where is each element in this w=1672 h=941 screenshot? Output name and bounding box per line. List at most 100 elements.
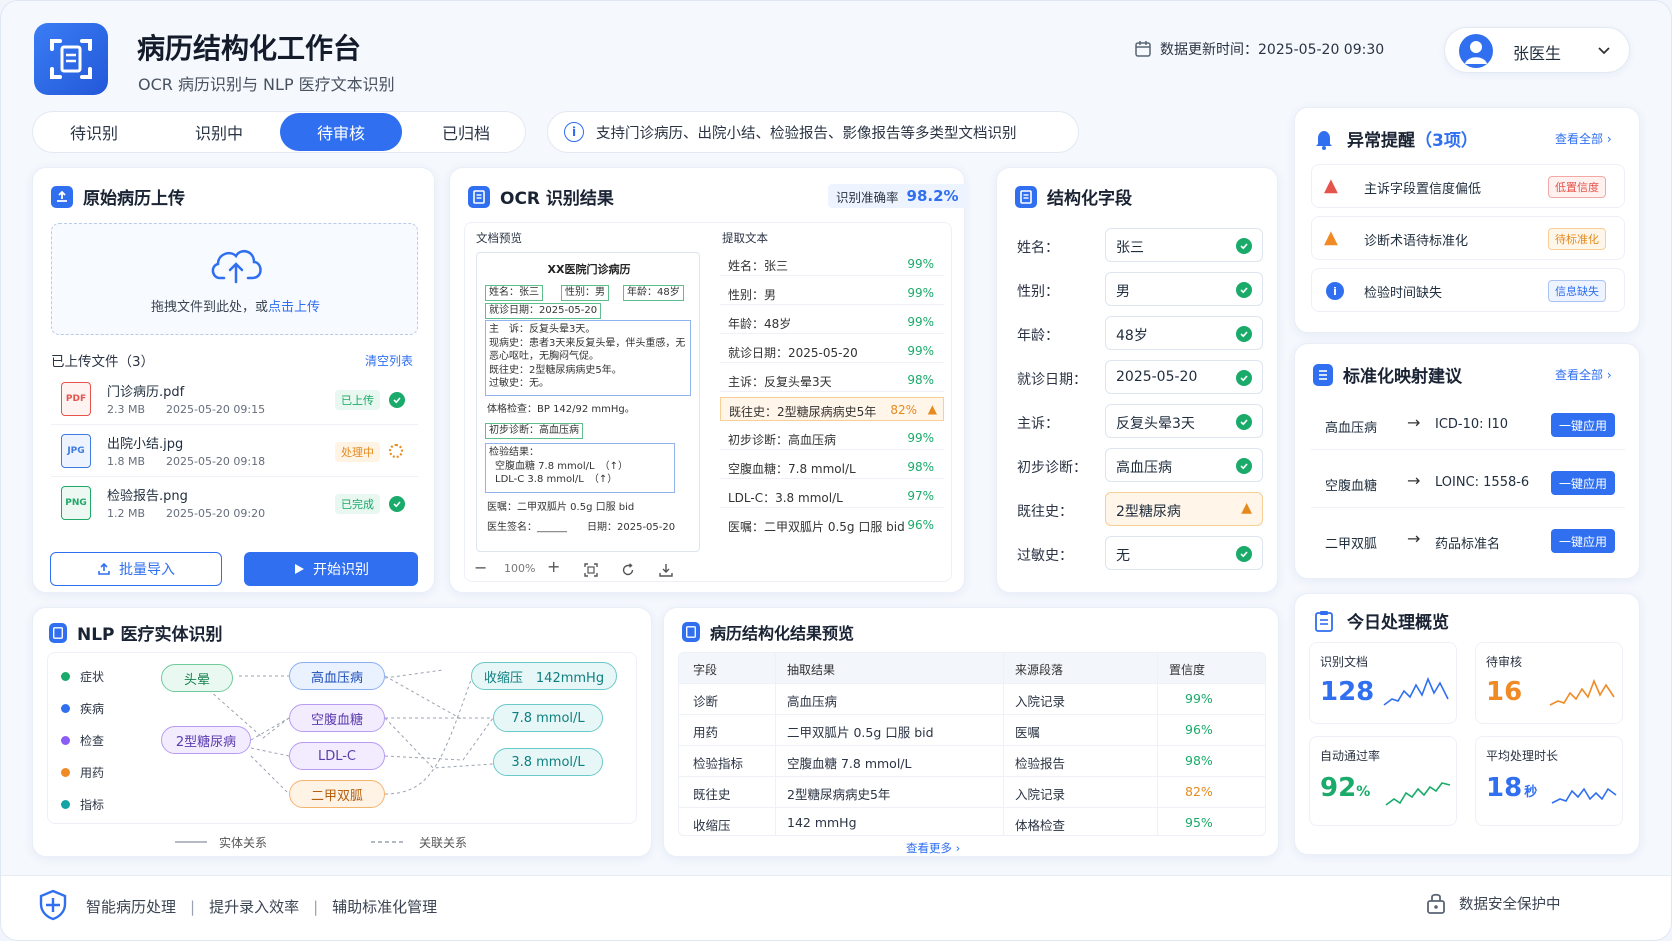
status-badge: 已上传 bbox=[335, 390, 380, 410]
list-item[interactable]: 性别：男 99% bbox=[720, 281, 944, 305]
zoom-out-button[interactable]: − bbox=[474, 558, 487, 577]
apply-button[interactable]: 一键应用 bbox=[1551, 529, 1615, 553]
table-row[interactable]: 既往史 2型糖尿病病史5年 入院记录 82% bbox=[679, 776, 1265, 806]
mapping-title: 标准化映射建议 bbox=[1313, 362, 1462, 387]
doc-diagnosis: 初步诊断：高血压病 bbox=[485, 423, 583, 439]
zoom-in-button[interactable]: + bbox=[547, 557, 560, 576]
view-more-link[interactable]: 查看更多 › bbox=[906, 840, 960, 856]
field-past-history-input[interactable]: 2型糖尿病 ▲ bbox=[1105, 492, 1263, 526]
field-complaint: 主诉： 反复头晕3天 bbox=[1017, 404, 1263, 440]
structured-preview-card: 病历结构化结果预览 字段 抽取结果 来源段落 置信度 诊断 高血压病 入院记录 99%… bbox=[663, 607, 1279, 857]
alerts-card: 异常提醒 （3项） 查看全部 › ▲ 主诉字段置信度偏低 低置信度 ▲ 诊断术语… bbox=[1294, 107, 1640, 333]
ocr-result-card: OCR 识别结果 识别准确率 98.2% 文档预览 提取文本 XX医院门诊病历 … bbox=[449, 167, 967, 593]
status-badge: 已完成 bbox=[335, 494, 380, 514]
alert-item[interactable]: ▲ 诊断术语待标准化 待标准化 bbox=[1311, 216, 1625, 260]
field-gender-input[interactable]: 男 bbox=[1105, 272, 1263, 306]
upload-card-title: 原始病历上传 bbox=[51, 184, 185, 209]
list-item[interactable]: 姓名：张三 99% bbox=[720, 252, 944, 276]
page-title: 病历结构化工作台 bbox=[137, 32, 362, 65]
entity-disease-diabetes[interactable]: 2型糖尿病 bbox=[161, 726, 251, 754]
accuracy-badge: 识别准确率 98.2% bbox=[828, 184, 967, 208]
fit-screen-icon[interactable] bbox=[584, 563, 598, 577]
doc-history-block: 主 诉：反复头晕3天。 现病史：患者3天来反复头晕，伴头重感，无恶心呕吐，无胸闷… bbox=[485, 320, 691, 396]
stat-value: 18 秒 bbox=[1486, 773, 1538, 803]
clear-list-link[interactable]: 清空列表 bbox=[365, 352, 413, 369]
rotate-icon[interactable] bbox=[621, 563, 635, 577]
tab-review[interactable]: 待审核 bbox=[280, 113, 402, 151]
click-upload-link[interactable]: 点击上传 bbox=[268, 300, 320, 315]
drop-zone[interactable]: 拖拽文件到此处，或点击上传 bbox=[51, 223, 418, 335]
update-time-label: 数据更新时间：2025-05-20 09:30 bbox=[1160, 42, 1385, 58]
legend-solid-line-label: 实体关系 bbox=[219, 836, 268, 850]
drop-hint: 拖拽文件到此处，或 bbox=[150, 300, 268, 315]
tab-pending[interactable]: 待识别 bbox=[33, 113, 155, 151]
update-time: 数据更新时间：2025-05-20 09:30 bbox=[1134, 39, 1384, 59]
pdf-file-icon: PDF bbox=[61, 382, 91, 416]
field-age-input[interactable]: 48岁 bbox=[1105, 316, 1263, 350]
alert-item[interactable]: i 检验时间缺失 信息缺失 bbox=[1311, 268, 1625, 312]
alert-item[interactable]: ▲ 主诉字段置信度偏低 低置信度 bbox=[1311, 164, 1625, 208]
entity-indicator-sbp[interactable]: 收缩压 142mmHg bbox=[471, 662, 617, 690]
entity-disease-hypertension[interactable]: 高血压病 bbox=[289, 662, 385, 690]
field-name-input[interactable]: 张三 bbox=[1105, 228, 1263, 262]
list-item[interactable]: 主诉：反复头晕3天 98% bbox=[720, 368, 944, 392]
file-row[interactable]: PNG 检验报告.png 1.2 MB 2025-05-20 09:20 已完成 bbox=[51, 477, 418, 529]
check-circle-icon bbox=[1236, 238, 1252, 254]
check-circle-icon bbox=[389, 392, 405, 408]
list-item[interactable]: LDL-C：3.8 mmol/L 97% bbox=[720, 484, 944, 508]
list-item[interactable]: 年龄：48岁 99% bbox=[720, 310, 944, 334]
table-header: 字段 抽取结果 来源段落 置信度 bbox=[679, 653, 1265, 683]
apply-button[interactable]: 一键应用 bbox=[1551, 413, 1615, 437]
file-row[interactable]: JPG 出院小结.jpg 1.8 MB 2025-05-20 09:18 处理中 bbox=[51, 425, 418, 477]
doc-heading: XX医院门诊病历 bbox=[547, 263, 631, 276]
entity-exam-glucose[interactable]: 空腹血糖 bbox=[289, 704, 385, 732]
user-icon bbox=[1465, 41, 1487, 64]
table-row[interactable]: 检验指标 空腹血糖 7.8 mmol/L 检验报告 98% bbox=[679, 745, 1265, 775]
file-row[interactable]: PDF 门诊病历.pdf 2.3 MB 2025-05-20 09:15 已上传 bbox=[51, 373, 418, 425]
tab-archived[interactable]: 已归档 bbox=[405, 113, 527, 151]
start-recognition-button[interactable]: 开始识别 bbox=[244, 552, 418, 586]
entity-indicator-glucose-value[interactable]: 7.8 mmol/L bbox=[493, 704, 603, 732]
pending-standardize-badge: 待标准化 bbox=[1548, 228, 1606, 250]
field-allergy: 过敏史：无 bbox=[1017, 536, 1263, 572]
entity-indicator-ldl-value[interactable]: 3.8 mmol/L bbox=[493, 748, 603, 776]
field-diagnosis-input[interactable]: 高血压病 bbox=[1105, 448, 1263, 482]
table-row[interactable]: 诊断 高血压病 入院记录 99% bbox=[679, 683, 1265, 713]
table-row[interactable]: 用药 二甲双胍片 0.5g 口服 bid 医嘱 96% bbox=[679, 714, 1265, 744]
alerts-view-all-link[interactable]: 查看全部 › bbox=[1555, 130, 1612, 147]
stat-avg-duration: 平均处理时长 18 秒 bbox=[1475, 736, 1623, 826]
overview-title: 今日处理概览 bbox=[1313, 608, 1449, 633]
error-triangle-icon: ▲ bbox=[1324, 175, 1338, 196]
tab-processing[interactable]: 识别中 bbox=[158, 113, 280, 151]
cloud-upload-icon bbox=[211, 249, 262, 284]
doc-lab-block: 检验结果： 空腹血糖 7.8 mmol/L （↑） LDL-C 3.8 mmol… bbox=[485, 443, 675, 493]
mapping-card: 标准化映射建议 查看全部 › 高血压病 → ICD-10: I10 一键应用 空… bbox=[1294, 343, 1640, 579]
mapping-view-all-link[interactable]: 查看全部 › bbox=[1555, 366, 1612, 383]
user-name: 张医生 bbox=[1513, 44, 1562, 63]
entity-drug-metformin[interactable]: 二甲双胍 bbox=[289, 780, 385, 808]
table-row[interactable]: 收缩压 142 mmHg 体格检查 95% bbox=[679, 807, 1265, 835]
field-allergy-input[interactable]: 无 bbox=[1105, 536, 1263, 570]
field-past-history: 既往史： 2型糖尿病 ▲ bbox=[1017, 492, 1263, 528]
entity-symptom-dizzy[interactable]: 头晕 bbox=[161, 664, 233, 692]
file-size: 2.3 MB bbox=[107, 403, 146, 416]
check-circle-icon bbox=[1236, 370, 1252, 386]
list-item[interactable]: 空腹血糖：7.8 mmol/L 98% bbox=[720, 455, 944, 479]
info-circle-icon: i bbox=[1326, 282, 1344, 300]
form-icon bbox=[1015, 185, 1037, 208]
overview-card: 今日处理概览 识别文档 128 待审核 16 自动通过率 92% 平均处理时长 … bbox=[1294, 593, 1640, 855]
list-item-warning[interactable]: 既往史：2型糖尿病病史5年 82% ▲ bbox=[720, 397, 944, 421]
field-complaint-input[interactable]: 反复头晕3天 bbox=[1105, 404, 1263, 438]
apply-button[interactable]: 一键应用 bbox=[1551, 471, 1615, 495]
batch-import-button[interactable]: 批量导入 bbox=[50, 552, 222, 586]
user-menu[interactable]: 张医生 bbox=[1444, 27, 1630, 73]
list-item[interactable]: 初步诊断：高血压病 99% bbox=[720, 426, 944, 450]
list-item[interactable]: 就诊日期：2025-05-20 99% bbox=[720, 339, 944, 363]
field-visit-date-input[interactable]: 2025-05-20 bbox=[1105, 360, 1263, 394]
document-icon bbox=[468, 185, 490, 208]
entity-exam-ldl[interactable]: LDL-C bbox=[289, 742, 385, 770]
security-status[interactable]: 数据安全保护中 › bbox=[1425, 891, 1671, 915]
field-visit-date: 就诊日期： 2025-05-20 bbox=[1017, 360, 1263, 396]
list-item[interactable]: 医嘱：二甲双胍片 0.5g 口服 bid 96% bbox=[720, 513, 944, 537]
download-icon[interactable] bbox=[659, 563, 673, 577]
